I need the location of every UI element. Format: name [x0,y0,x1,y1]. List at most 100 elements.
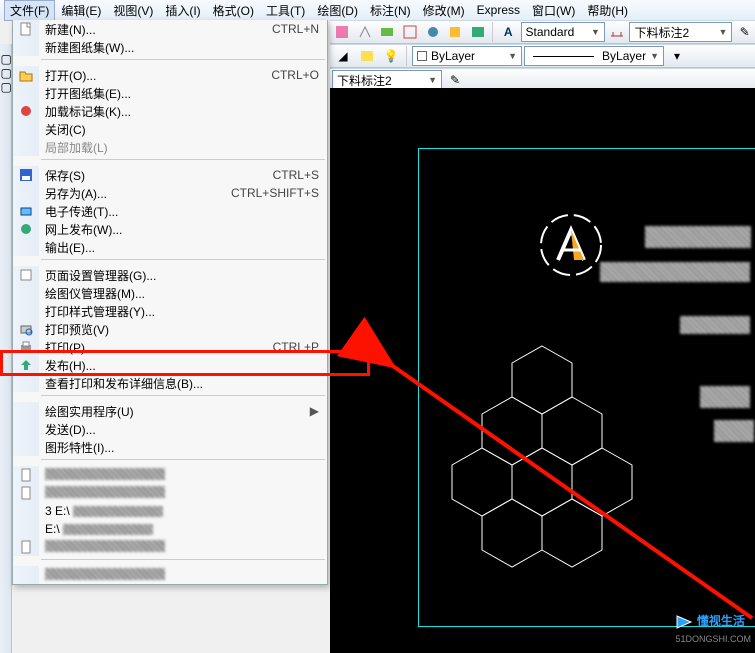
toolbar-icon[interactable] [332,21,353,43]
dock-icon[interactable]: ▢ [1,66,11,76]
menu-Expre[interactable]: Express [471,1,526,19]
blank-icon [13,302,39,320]
combo-standard[interactable]: Standard▼ [521,22,605,42]
file-menu-item[interactable]: 打开(O)...CTRL+O [13,66,327,84]
shortcut-label: CTRL+SHIFT+S [231,186,319,200]
combo-layer-color[interactable]: ByLayer▼ [412,46,522,66]
toolbar-icon[interactable] [400,21,421,43]
left-dock: ▢ ▢ ▢ [0,44,12,653]
menu-item-label: 保存(S) [39,167,273,184]
menu-item-label [39,468,319,483]
file-menu-item: 局部加载(L) [13,138,327,156]
open-file-icon [13,66,39,84]
blank-icon [13,238,39,256]
menu-窗口W[interactable]: 窗口(W) [526,0,581,21]
menu-item-label [39,568,319,583]
dock-icon[interactable]: ▢ [1,52,11,62]
file-menu-item[interactable] [13,566,327,584]
menu-绘图D[interactable]: 绘图(D) [311,0,364,21]
menu-item-label: 绘图实用程序(U) [39,403,304,420]
menu-item-label: 网上发布(W)... [39,221,319,238]
file-menu-item[interactable] [13,466,327,484]
toolbar-icon[interactable] [355,21,376,43]
file-menu-item[interactable]: 查看打印和发布详细信息(B)... [13,374,327,392]
file-menu-item[interactable]: 关闭(C) [13,120,327,138]
menu-插入I[interactable]: 插入(I) [159,0,206,21]
blank-icon [13,502,39,520]
file-menu-item[interactable]: 打印预览(V) [13,320,327,338]
file-menu: 新建(N)...CTRL+N新建图纸集(W)...打开(O)...CTRL+O打… [12,20,328,585]
toolbar-icon[interactable] [467,21,488,43]
file-menu-item[interactable]: 打开图纸集(E)... [13,84,327,102]
toolbar-icon[interactable]: ✎ [734,21,755,43]
menu-item-label: 打印样式管理器(Y)... [39,303,319,320]
file-menu-item[interactable]: 图形特性(I)... [13,438,327,456]
combo-dim2-text: 下料标注2 [337,72,392,89]
toolbar-icon[interactable] [377,21,398,43]
menu-item-label: 关闭(C) [39,121,319,138]
file-menu-item[interactable]: 输出(E)... [13,238,327,256]
blank-icon [13,138,39,156]
menu-视图V[interactable]: 视图(V) [107,0,159,21]
chevron-down-icon: ▼ [591,27,600,37]
file-menu-item[interactable]: 加载标记集(K)... [13,102,327,120]
blank-icon [13,520,39,538]
shortcut-label: CTRL+O [271,68,319,82]
dim-style-icon[interactable] [607,21,628,43]
menu-格式O[interactable]: 格式(O) [207,0,260,21]
menu-修改M[interactable]: 修改(M) [417,0,471,21]
file-menu-item[interactable]: 发送(D)... [13,420,327,438]
file-menu-item[interactable]: 保存(S)CTRL+S [13,166,327,184]
tool-A-icon[interactable]: A [498,21,519,43]
toolbar-icon[interactable] [422,21,443,43]
save-icon [13,166,39,184]
file-menu-item[interactable]: 3 E:\ [13,502,327,520]
menu-item-label: 发布(H)... [39,357,319,374]
menu-item-label: 发送(D)... [39,421,319,438]
file-menu-item[interactable] [13,484,327,502]
file-menu-item[interactable]: 打印(P)...CTRL+P [13,338,327,356]
file-menu-item[interactable]: 打印样式管理器(Y)... [13,302,327,320]
toolbar-icon[interactable]: ▾ [666,45,688,67]
chevron-down-icon: ▼ [428,75,437,85]
file-menu-item[interactable]: 发布(H)... [13,356,327,374]
blank-icon [13,184,39,202]
blank-icon [13,120,39,138]
file-menu-item[interactable]: 绘图实用程序(U)▶ [13,402,327,420]
blank-icon [13,374,39,392]
lightbulb-icon[interactable]: 💡 [380,45,402,67]
drawing-hexagons [472,346,642,566]
menu-编辑E[interactable]: 编辑(E) [55,0,107,21]
file-menu-item[interactable]: 电子传递(T)... [13,202,327,220]
menu-工具T[interactable]: 工具(T) [260,0,311,21]
watermark-domain: 51DONGSHI.COM [675,634,751,644]
menu-帮助H[interactable]: 帮助(H) [581,0,634,21]
file-menu-item[interactable]: 页面设置管理器(G)... [13,266,327,284]
toolbar-icon[interactable] [445,21,466,43]
file-menu-item[interactable]: 新建图纸集(W)... [13,38,327,56]
menu-item-label [39,540,319,555]
menu-文件F[interactable]: 文件(F) [4,0,55,21]
file-menu-item[interactable] [13,538,327,556]
blank-icon [13,402,39,420]
file-menu-item[interactable]: 新建(N)...CTRL+N [13,20,327,38]
combo-dim-style[interactable]: 下料标注2▼ [629,22,732,42]
shortcut-label: CTRL+P [273,340,319,354]
drawing-logo [536,210,606,280]
layer-props-icon[interactable] [356,45,378,67]
menu-标注N[interactable]: 标注(N) [364,0,417,21]
combo-layer-line[interactable]: ByLayer▼ [524,46,664,66]
file-menu-item[interactable]: 另存为(A)...CTRL+SHIFT+S [13,184,327,202]
webpublish-icon [13,220,39,238]
layer-icon[interactable]: ◢ [332,45,354,67]
combo-dim-2[interactable]: 下料标注2 ▼ [332,70,442,90]
blank-icon [13,38,39,56]
doc-icon [13,538,39,556]
toolbar-row-1: A Standard▼ 下料标注2▼ ✎ [330,20,755,44]
menu-item-label: 加载标记集(K)... [39,103,319,120]
file-menu-item[interactable]: 网上发布(W)... [13,220,327,238]
dock-icon[interactable]: ▢ [1,80,11,90]
file-menu-item[interactable]: 绘图仪管理器(M)... [13,284,327,302]
menu-item-label: 新建(N)... [39,21,272,38]
file-menu-item[interactable]: E:\ [13,520,327,538]
